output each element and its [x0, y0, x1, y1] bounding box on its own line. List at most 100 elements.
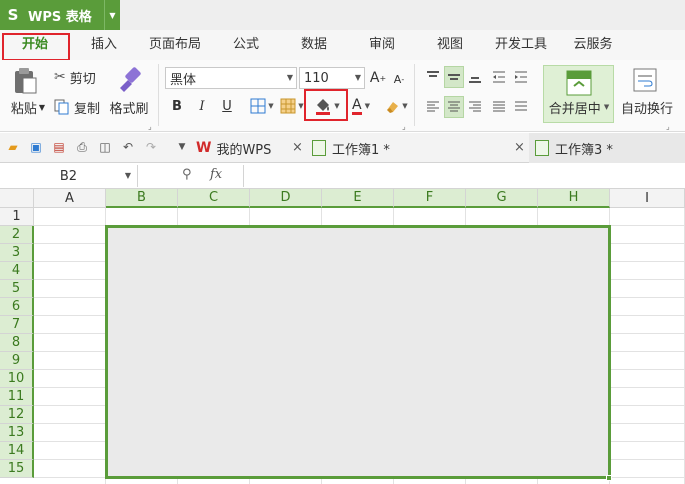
- grow-font-button[interactable]: A +: [369, 68, 387, 88]
- zoom-icon[interactable]: ⚲: [182, 167, 192, 182]
- name-box[interactable]: B2 ▼: [0, 165, 138, 187]
- cut-button[interactable]: ✂ 剪切: [54, 68, 104, 87]
- folder-icon[interactable]: ▰: [5, 139, 21, 155]
- tab-view[interactable]: 视图: [424, 30, 476, 60]
- app-menu-caret-icon[interactable]: ▼: [104, 0, 120, 30]
- fill-handle[interactable]: [606, 475, 612, 481]
- tab-insert[interactable]: 插入: [76, 30, 132, 60]
- column-header-f[interactable]: F: [394, 189, 466, 208]
- customize-toolbar-icon[interactable]: ▼: [174, 139, 190, 155]
- align-middle-button[interactable]: [444, 66, 464, 88]
- clear-format-button[interactable]: ▼: [381, 96, 411, 116]
- tab-home[interactable]: 开始: [4, 30, 66, 60]
- selected-range[interactable]: [105, 225, 611, 479]
- tab-developer[interactable]: 开发工具: [488, 30, 554, 60]
- wrap-text-button[interactable]: 自动换行: [618, 98, 676, 117]
- paste-icon[interactable]: [8, 64, 42, 98]
- export-pdf-icon[interactable]: ▤: [51, 139, 67, 155]
- alignment-launcher-icon[interactable]: ⌟: [666, 122, 670, 131]
- copy-icon: [54, 99, 69, 115]
- paste-caret-icon: ▼: [38, 102, 46, 112]
- shrink-font-button[interactable]: A-: [391, 70, 407, 88]
- app-menu-button[interactable]: S WPS 表格 ▼: [0, 0, 120, 30]
- underline-button[interactable]: U: [218, 96, 236, 116]
- cell-style-button[interactable]: ▼: [277, 96, 307, 116]
- paint-bucket-icon: [316, 99, 331, 115]
- row-header-15[interactable]: 15: [0, 460, 34, 478]
- font-color-button[interactable]: A ▼: [347, 96, 375, 116]
- chevron-down-icon: ▼: [286, 73, 293, 82]
- chevron-down-icon: ▼: [268, 102, 274, 110]
- copy-button[interactable]: 复制: [54, 98, 104, 117]
- align-center-button[interactable]: [444, 96, 464, 118]
- column-header-d[interactable]: D: [250, 189, 322, 208]
- decrease-indent-icon: [493, 71, 505, 83]
- print-preview-icon[interactable]: ◫: [97, 139, 113, 155]
- formula-input[interactable]: [245, 165, 685, 187]
- row-header-14[interactable]: 14: [0, 442, 34, 460]
- close-icon[interactable]: ×: [292, 140, 303, 155]
- tab-cloud[interactable]: 云服务: [566, 30, 620, 60]
- column-header-e[interactable]: E: [322, 189, 394, 208]
- row-header-8[interactable]: 8: [0, 334, 34, 352]
- column-header-g[interactable]: G: [466, 189, 538, 208]
- column-header-i[interactable]: I: [610, 189, 685, 208]
- row-header-1[interactable]: 1: [0, 208, 34, 226]
- select-all-corner[interactable]: [0, 189, 34, 208]
- doc-tab-workbook1[interactable]: 工作簿1 *: [312, 133, 522, 163]
- row-header-11[interactable]: 11: [0, 388, 34, 406]
- undo-icon[interactable]: ↶: [120, 139, 136, 155]
- align-bottom-icon: [469, 77, 481, 83]
- justify-button[interactable]: [490, 98, 508, 116]
- paste-button[interactable]: 粘贴 ▼: [8, 98, 48, 117]
- row-header-9[interactable]: 9: [0, 352, 34, 370]
- brush-icon[interactable]: [112, 64, 146, 94]
- decrease-indent-button[interactable]: [490, 68, 508, 86]
- row-header-10[interactable]: 10: [0, 370, 34, 388]
- italic-button[interactable]: I: [193, 96, 211, 116]
- column-header-b[interactable]: B: [106, 189, 178, 208]
- fill-color-button[interactable]: ▼: [311, 94, 343, 118]
- row-header-4[interactable]: 4: [0, 262, 34, 280]
- increase-indent-button[interactable]: [512, 68, 530, 86]
- font-name-select[interactable]: 黑体 ▼: [165, 67, 297, 89]
- row-header-2[interactable]: 2: [0, 226, 34, 244]
- redo-icon[interactable]: ↷: [143, 139, 159, 155]
- chevron-down-icon: ▼: [334, 102, 340, 110]
- tab-page-layout[interactable]: 页面布局: [142, 30, 208, 60]
- align-top-icon: [427, 71, 439, 77]
- column-header-a[interactable]: A: [34, 189, 106, 208]
- merge-center-label-button[interactable]: 合并居中 ▼: [544, 98, 614, 117]
- row-header-13[interactable]: 13: [0, 424, 34, 442]
- column-header-c[interactable]: C: [178, 189, 250, 208]
- align-top-button[interactable]: [424, 68, 442, 86]
- align-bottom-button[interactable]: [466, 68, 484, 86]
- font-launcher-icon[interactable]: ⌟: [402, 122, 406, 131]
- wps-spreadsheet-window: S WPS 表格 ▼ 开始 插入 页面布局 公式 数据 审阅 视图 开发工具 云…: [0, 0, 685, 484]
- row-header-6[interactable]: 6: [0, 298, 34, 316]
- bold-button[interactable]: B: [168, 96, 186, 116]
- close-icon[interactable]: ×: [514, 140, 525, 155]
- doc-tab-workbook3[interactable]: 工作簿3 *: [529, 133, 685, 163]
- column-header-h[interactable]: H: [538, 189, 610, 208]
- wrap-text-icon[interactable]: [632, 66, 658, 94]
- distribute-button[interactable]: [512, 98, 530, 116]
- align-right-button[interactable]: [466, 98, 484, 116]
- tab-review[interactable]: 审阅: [356, 30, 408, 60]
- format-painter-button[interactable]: 格式刷: [108, 98, 150, 117]
- tab-data[interactable]: 数据: [288, 30, 340, 60]
- row-header-5[interactable]: 5: [0, 280, 34, 298]
- insert-function-button[interactable]: fx: [210, 167, 222, 182]
- row-header-7[interactable]: 7: [0, 316, 34, 334]
- save-icon[interactable]: ▣: [28, 139, 44, 155]
- tab-formulas[interactable]: 公式: [220, 30, 272, 60]
- align-left-button[interactable]: [424, 98, 442, 116]
- merge-cells-icon: [566, 70, 592, 96]
- clipboard-launcher-icon[interactable]: ⌟: [148, 122, 152, 131]
- print-icon[interactable]: ⎙: [74, 139, 90, 155]
- row-header-3[interactable]: 3: [0, 244, 34, 262]
- font-size-select[interactable]: 110 ▼: [299, 67, 365, 89]
- row-header-12[interactable]: 12: [0, 406, 34, 424]
- border-button[interactable]: ▼: [247, 96, 277, 116]
- grow-font-icon: A: [369, 70, 380, 86]
